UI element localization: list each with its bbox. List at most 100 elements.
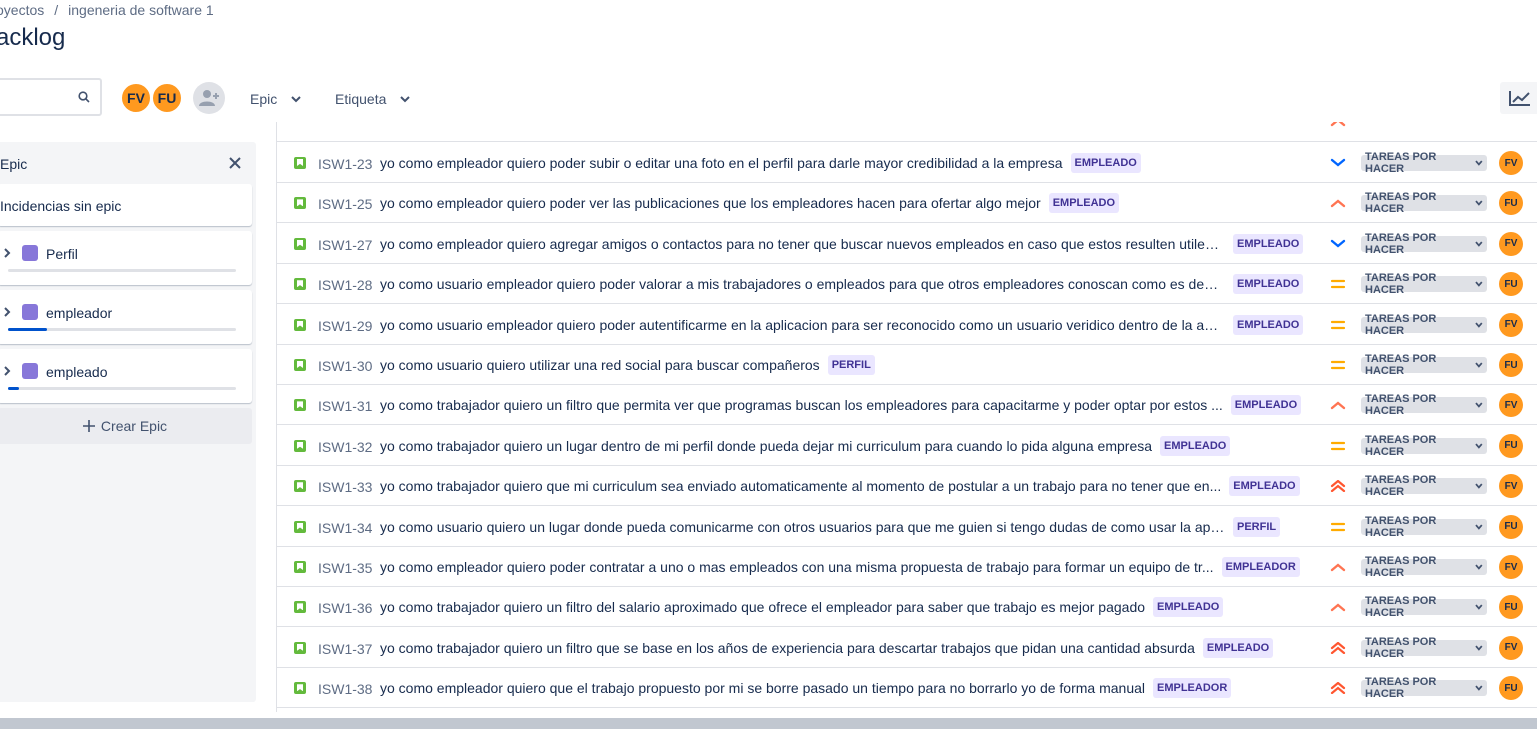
filter-avatar-fv[interactable]: FV (120, 82, 152, 114)
assignee-avatar[interactable]: FU (1499, 595, 1523, 620)
table-row[interactable] (277, 122, 1537, 142)
search-icon[interactable] (78, 91, 90, 103)
epic-item-empleador[interactable]: empleador (0, 290, 252, 344)
issue-key-link[interactable]: ISW1-38 (318, 681, 372, 697)
issue-summary: yo como empleador quiero poder contratar… (380, 559, 1214, 575)
epic-filter-label: Epic (250, 91, 278, 107)
assignee-avatar[interactable]: FU (1499, 514, 1523, 539)
chevron-right-icon[interactable] (2, 307, 12, 317)
epic-lozenge[interactable]: EMPLEADO (1230, 395, 1302, 416)
status-dropdown[interactable]: TAREAS POR HACER (1361, 272, 1487, 296)
epic-lozenge[interactable]: EMPLEADO (1233, 314, 1304, 335)
status-dropdown[interactable]: TAREAS POR HACER (1361, 434, 1487, 458)
chevron-right-icon[interactable] (2, 248, 12, 258)
issue-summary-group: yo como empleador quiero poder contratar… (380, 557, 1305, 577)
assignee-avatar[interactable]: FV (1499, 555, 1523, 579)
epic-item-no-epic[interactable]: Incidencias sin epic (0, 184, 252, 226)
epic-lozenge[interactable]: EMPLEADOR (1153, 678, 1232, 699)
assignee-avatar[interactable]: FV (1499, 474, 1523, 499)
epic-item-perfil[interactable]: Perfil (0, 231, 252, 285)
epic-lozenge[interactable]: EMPLEADOR (1221, 557, 1300, 577)
close-icon[interactable] (228, 156, 242, 170)
epic-progress-fill (8, 328, 47, 331)
table-row[interactable]: ISW1-23 yo como empleador quiero poder su… (277, 143, 1537, 183)
status-dropdown[interactable]: TAREAS POR HACER (1361, 474, 1487, 498)
issue-key-link[interactable]: ISW1-27 (318, 237, 372, 253)
status-dropdown[interactable]: TAREAS POR HACER (1361, 232, 1487, 256)
issue-key-link[interactable]: ISW1-33 (318, 479, 372, 495)
assignee-avatar[interactable]: FU (1499, 272, 1523, 297)
table-row[interactable]: ISW1-25 yo como empleador quiero poder ve… (277, 183, 1537, 224)
create-epic-button[interactable]: Crear Epic (0, 408, 252, 444)
chevron-down-icon (1475, 564, 1483, 570)
issue-key-link[interactable]: ISW1-25 (318, 196, 372, 212)
horizontal-scrollbar[interactable] (0, 718, 1537, 729)
issue-key-link[interactable]: ISW1-36 (318, 600, 372, 616)
issue-key-link[interactable]: ISW1-37 (318, 641, 372, 657)
chevron-right-icon[interactable] (2, 366, 12, 376)
epic-lozenge[interactable]: EMPLEADO (1233, 274, 1304, 295)
status-dropdown[interactable]: TAREAS POR HACER (1361, 191, 1487, 215)
table-row[interactable]: ISW1-30 yo como usuario quiero utilizar u… (277, 345, 1537, 385)
status-dropdown[interactable]: TAREAS POR HACER (1361, 595, 1487, 619)
insights-button[interactable] (1500, 82, 1537, 114)
assignee-avatar[interactable]: FU (1499, 433, 1523, 458)
issue-summary: yo como usuario empleador quiero poder a… (380, 316, 1225, 333)
issue-summary-group: yo como usuario empleador quiero poder v… (380, 274, 1305, 295)
epic-item-empleado[interactable]: empleado (0, 349, 252, 403)
epic-lozenge[interactable]: EMPLEADO (1153, 597, 1224, 618)
table-row[interactable]: ISW1-33 yo como trabajador quiero que mi … (277, 466, 1537, 507)
filter-avatar-fu[interactable]: FU (151, 82, 183, 114)
table-row[interactable]: ISW1-38 yo como empleador quiero que el t… (277, 668, 1537, 709)
epic-lozenge[interactable]: PERFIL (827, 355, 875, 375)
epic-lozenge[interactable]: EMPLEADO (1160, 435, 1231, 456)
breadcrumb-projects-link[interactable]: oyectos (0, 2, 44, 18)
table-row[interactable]: ISW1-35 yo como empleador quiero poder co… (277, 547, 1537, 587)
label-filter-dropdown[interactable]: Etiqueta (335, 88, 411, 110)
table-row[interactable]: ISW1-27 yo como empleador quiero agregar … (277, 224, 1537, 264)
add-people-button[interactable] (193, 82, 225, 114)
issue-key-link[interactable]: ISW1-30 (318, 358, 372, 374)
epic-lozenge[interactable]: EMPLEADO (1233, 233, 1304, 254)
search-input[interactable] (0, 80, 84, 116)
table-row[interactable]: ISW1-34 yo como usuario quiero un lugar d… (277, 507, 1537, 547)
epic-lozenge[interactable]: EMPLEADO (1229, 476, 1300, 497)
issue-key-link[interactable]: ISW1-29 (318, 318, 372, 334)
table-row[interactable]: ISW1-29 yo como usuario empleador quiero … (277, 305, 1537, 345)
issue-key-link[interactable]: ISW1-32 (318, 439, 372, 455)
issue-key-link[interactable]: ISW1-34 (318, 520, 372, 536)
issue-key-link[interactable]: ISW1-31 (318, 398, 372, 414)
table-row[interactable]: ISW1-32 yo como trabajador quiero un luga… (277, 426, 1537, 466)
assignee-avatar[interactable]: FU (1499, 676, 1523, 701)
table-row[interactable]: ISW1-36 yo como trabajador quiero un filt… (277, 587, 1537, 628)
issue-key-link[interactable]: ISW1-35 (318, 560, 372, 576)
status-dropdown[interactable]: TAREAS POR HACER (1361, 393, 1487, 417)
table-row[interactable]: ISW1-31 yo como trabajador quiero un filt… (277, 385, 1537, 426)
status-dropdown[interactable]: TAREAS POR HACER (1361, 515, 1487, 539)
epic-lozenge[interactable]: EMPLEADO (1202, 637, 1274, 658)
issue-summary-group: yo como empleador quiero agregar amigos … (380, 233, 1305, 254)
issue-key-link[interactable]: ISW1-23 (318, 156, 372, 172)
assignee-avatar[interactable]: FV (1499, 151, 1523, 175)
epic-lozenge[interactable]: EMPLEADO (1070, 153, 1141, 173)
issue-key-link[interactable]: ISW1-28 (318, 277, 372, 293)
epic-lozenge[interactable]: PERFIL (1233, 516, 1281, 537)
status-dropdown[interactable]: TAREAS POR HACER (1361, 676, 1487, 700)
epic-filter-dropdown[interactable]: Epic (250, 88, 301, 110)
status-dropdown[interactable]: TAREAS POR HACER (1361, 555, 1487, 579)
status-label: TAREAS POR HACER (1365, 514, 1437, 539)
status-dropdown[interactable]: TAREAS POR HACER (1361, 151, 1487, 175)
epic-lozenge[interactable]: EMPLEADO (1048, 193, 1120, 214)
table-row[interactable]: ISW1-37 yo como trabajador quiero un filt… (277, 628, 1537, 668)
assignee-avatar[interactable]: FV (1499, 635, 1523, 660)
assignee-avatar[interactable]: FV (1499, 231, 1523, 256)
status-dropdown[interactable]: TAREAS POR HACER (1361, 353, 1487, 377)
status-dropdown[interactable]: TAREAS POR HACER (1361, 313, 1487, 337)
assignee-avatar[interactable]: FV (1499, 393, 1523, 418)
assignee-avatar[interactable]: FU (1499, 191, 1523, 216)
status-dropdown[interactable]: TAREAS POR HACER (1361, 636, 1487, 660)
assignee-avatar[interactable]: FV (1499, 312, 1523, 337)
assignee-avatar[interactable]: FU (1499, 353, 1523, 377)
table-row[interactable]: ISW1-28 yo como usuario empleador quiero … (277, 264, 1537, 305)
breadcrumb-board-link[interactable]: ingeneria de software 1 (68, 2, 214, 18)
